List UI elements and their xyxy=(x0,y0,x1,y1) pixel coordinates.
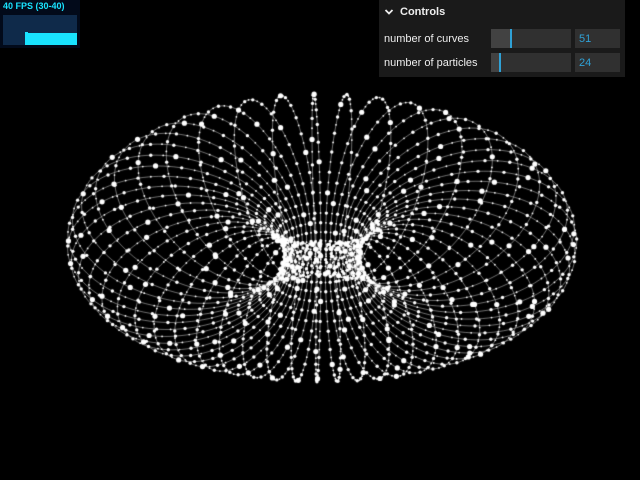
particles-slider[interactable] xyxy=(491,53,571,72)
curves-slider-handle[interactable] xyxy=(510,29,512,48)
controls-panel: Controls number of curves number of part… xyxy=(379,0,625,77)
controls-header[interactable]: Controls xyxy=(379,0,625,24)
fps-stats-panel[interactable]: 40 FPS (30-40) xyxy=(0,0,80,48)
chevron-down-icon xyxy=(384,9,394,15)
curves-number-input[interactable] xyxy=(575,29,620,48)
fps-graph xyxy=(3,15,77,45)
curves-control-row: number of curves xyxy=(379,27,625,51)
curves-slider[interactable] xyxy=(491,29,571,48)
fps-readout: 40 FPS (30-40) xyxy=(3,1,65,11)
particles-slider-fill xyxy=(491,53,499,72)
particles-label: number of particles xyxy=(384,57,478,69)
curves-slider-fill xyxy=(491,29,510,48)
fps-graph-bar-current xyxy=(25,33,77,45)
particles-control-row: number of particles xyxy=(379,51,625,75)
particles-number-input[interactable] xyxy=(575,53,620,72)
fps-graph-bar-peak xyxy=(25,32,28,45)
curves-label: number of curves xyxy=(384,33,469,45)
controls-title: Controls xyxy=(400,6,446,18)
particles-slider-handle[interactable] xyxy=(499,53,501,72)
